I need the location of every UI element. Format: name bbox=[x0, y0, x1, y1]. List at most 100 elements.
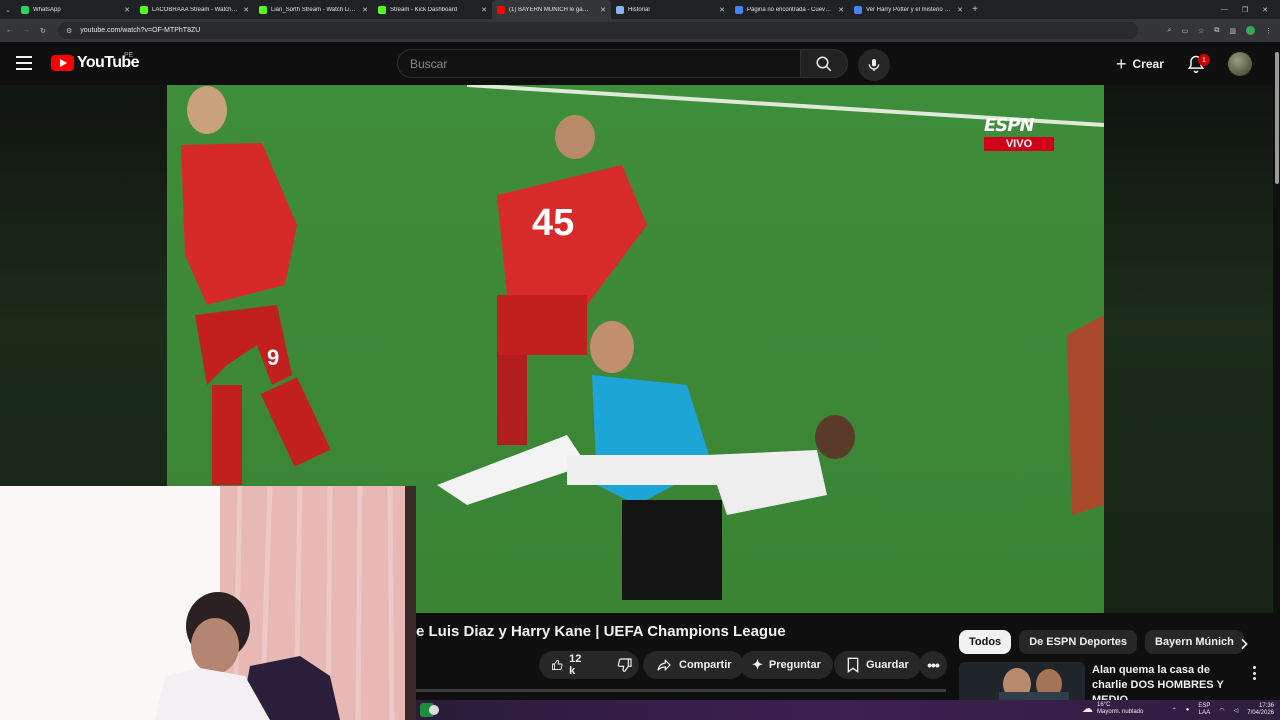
share-button[interactable]: Compartir bbox=[643, 651, 744, 679]
browser-tab[interactable]: Stream - Kick Dashboard ✕ bbox=[373, 0, 492, 19]
tab-close-icon[interactable]: ✕ bbox=[719, 6, 725, 14]
restore-icon[interactable]: ❐ bbox=[1242, 6, 1248, 14]
browser-tab[interactable]: (1) BAYERN MUNICH le ga… ✕ bbox=[492, 0, 611, 19]
browser-tab[interactable]: LACOBRAAA Stream - Watch Li… ✕ bbox=[135, 0, 254, 19]
more-actions-button[interactable]: ••• bbox=[919, 651, 947, 679]
youtube-play-icon bbox=[51, 55, 74, 71]
chrome-taskbar-icon[interactable] bbox=[429, 705, 439, 715]
weather-desc: Mayorm. nublado bbox=[1097, 709, 1144, 715]
tab-favicon-icon bbox=[616, 5, 624, 14]
svg-text:45: 45 bbox=[532, 202, 574, 244]
browser-tab[interactable]: Historial ✕ bbox=[611, 0, 730, 19]
reload-icon[interactable]: ↻ bbox=[40, 27, 46, 35]
account-avatar[interactable] bbox=[1228, 52, 1252, 76]
clock-time: 17:36 bbox=[1258, 703, 1274, 709]
forward-icon[interactable]: → bbox=[23, 27, 30, 34]
bookmark-star-icon[interactable]: ☆ bbox=[1198, 27, 1204, 35]
tab-title: Stream - Kick Dashboard bbox=[390, 6, 458, 13]
voice-search-button[interactable] bbox=[858, 49, 890, 81]
close-window-icon[interactable]: ✕ bbox=[1262, 6, 1268, 14]
dislike-button[interactable] bbox=[607, 651, 645, 679]
ambient-right bbox=[1104, 85, 1280, 613]
browser-tab[interactable]: Lian_Sorth Stream - Watch Liv… ✕ bbox=[254, 0, 373, 19]
browser-tab[interactable]: Ver Harry Potter y el misterio d… ✕ bbox=[849, 0, 968, 19]
tab-favicon-icon bbox=[735, 5, 743, 14]
tab-title: Lian_Sorth Stream - Watch Liv… bbox=[271, 6, 359, 13]
tab-favicon-icon bbox=[140, 5, 148, 14]
like-count: 12 k bbox=[569, 653, 582, 677]
new-tab-button[interactable]: + bbox=[968, 4, 982, 15]
back-icon[interactable]: ← bbox=[6, 27, 13, 34]
tab-title: Página no encontrada - Cuevan… bbox=[747, 6, 835, 13]
window-controls: — ❐ ✕ bbox=[1221, 0, 1280, 19]
minimize-icon[interactable]: — bbox=[1221, 6, 1228, 13]
create-button[interactable]: + Crear bbox=[1106, 50, 1176, 78]
address-bar[interactable]: ⚙ youtube.com/watch?v=OF-MTPhT8ZU bbox=[58, 22, 1138, 39]
browser-tab[interactable]: WhatsApp ✕ bbox=[16, 0, 135, 19]
espn-logo: ESPN bbox=[984, 115, 1035, 136]
save-button[interactable]: Guardar bbox=[834, 651, 921, 679]
browser-toolbar: ← → ↻ ⚙ youtube.com/watch?v=OF-MTPhT8ZU … bbox=[0, 19, 1280, 42]
chevron-right-icon[interactable] bbox=[1236, 636, 1252, 652]
like-button[interactable]: 12 k bbox=[539, 651, 595, 679]
tab-title: LACOBRAAA Stream - Watch Li… bbox=[152, 6, 240, 13]
volume-icon[interactable]: ◁ bbox=[1234, 707, 1239, 714]
thumbs-down-icon bbox=[617, 658, 632, 672]
webcam-overlay bbox=[0, 486, 416, 720]
tab-close-icon[interactable]: ✕ bbox=[481, 6, 487, 14]
tab-search-icon[interactable]: ⌄ bbox=[0, 0, 16, 19]
tab-title: Ver Harry Potter y el misterio d… bbox=[866, 6, 954, 13]
recommended-video[interactable]: Alan quema la casa de charlie DOS HOMBRE… bbox=[959, 662, 1269, 706]
thumbnail-image bbox=[959, 662, 1085, 700]
clock[interactable]: 17:36 7/04/2026 bbox=[1247, 703, 1274, 717]
tab-title: Historial bbox=[628, 6, 650, 13]
chip-0[interactable]: Todos bbox=[959, 630, 1012, 654]
notification-badge: 1 bbox=[1198, 54, 1210, 66]
site-info-icon[interactable]: ⚙ bbox=[66, 27, 72, 35]
profile-icon[interactable] bbox=[1246, 26, 1255, 35]
tab-close-icon[interactable]: ✕ bbox=[600, 6, 606, 14]
tab-list: WhatsApp ✕ LACOBRAAA Stream - Watch Li… ✕ Li… bbox=[16, 0, 968, 19]
chip-1[interactable]: De ESPN Deportes bbox=[1019, 630, 1137, 654]
plus-icon: + bbox=[1116, 54, 1127, 74]
country-code: PE bbox=[124, 52, 134, 59]
tab-close-icon[interactable]: ✕ bbox=[957, 6, 963, 14]
sidepanel-icon[interactable]: ▥ bbox=[1229, 27, 1236, 35]
microphone-icon bbox=[868, 59, 880, 71]
thumbs-up-icon bbox=[552, 659, 563, 670]
tab-close-icon[interactable]: ✕ bbox=[124, 6, 130, 14]
lang-sub: LAA bbox=[1198, 710, 1211, 716]
broadcaster-bug: ESPN VIVO bbox=[984, 117, 1054, 151]
tab-close-icon[interactable]: ✕ bbox=[243, 6, 249, 14]
zoom-icon[interactable]: ⌕ bbox=[1168, 27, 1172, 35]
tray-chevron-icon[interactable]: ⌃ bbox=[1172, 707, 1177, 714]
search-input[interactable]: Buscar bbox=[397, 49, 800, 78]
browser-tab[interactable]: Página no encontrada - Cuevan… ✕ bbox=[730, 0, 849, 19]
recommended-thumbnail[interactable] bbox=[959, 662, 1085, 700]
scrollbar-thumb[interactable] bbox=[1275, 52, 1279, 184]
system-tray: ⌃ ● ESP LAA ◠ ◁ 17:36 7/04/2026 bbox=[1172, 700, 1274, 720]
browser-menu-icon[interactable]: ⋮ bbox=[1265, 27, 1272, 35]
language-indicator[interactable]: ESP LAA bbox=[1198, 703, 1210, 717]
cast-icon[interactable]: ▭ bbox=[1181, 27, 1188, 35]
extensions-icon[interactable]: ⧉ bbox=[1214, 27, 1219, 35]
tab-close-icon[interactable]: ✕ bbox=[362, 6, 368, 14]
tab-close-icon[interactable]: ✕ bbox=[838, 6, 844, 14]
video-title: e Luis Diaz y Harry Kane | UEFA Champion… bbox=[416, 623, 786, 640]
url-text: youtube.com/watch?v=OF-MTPhT8ZU bbox=[80, 27, 201, 34]
more-vertical-icon[interactable] bbox=[1253, 666, 1257, 680]
wifi-icon[interactable]: ◠ bbox=[1219, 707, 1224, 714]
webcam-image bbox=[0, 486, 416, 720]
ask-button[interactable]: ✦ Preguntar bbox=[740, 651, 833, 679]
live-badge: VIVO bbox=[984, 137, 1054, 151]
description-box-edge bbox=[416, 689, 946, 692]
search-button[interactable] bbox=[800, 49, 848, 78]
weather-widget[interactable]: ☁ 16°C Mayorm. nublado bbox=[1082, 702, 1143, 716]
tray-app-icon[interactable]: ● bbox=[1186, 707, 1190, 713]
create-label: Crear bbox=[1132, 57, 1164, 71]
sparkle-icon: ✦ bbox=[752, 657, 763, 672]
chip-2[interactable]: Bayern Múnich bbox=[1145, 630, 1244, 654]
more-horizontal-icon: ••• bbox=[927, 657, 940, 673]
toolbar-actions: ⌕ ▭ ☆ ⧉ ▥ ⋮ bbox=[1168, 19, 1272, 42]
menu-icon[interactable] bbox=[16, 56, 32, 70]
